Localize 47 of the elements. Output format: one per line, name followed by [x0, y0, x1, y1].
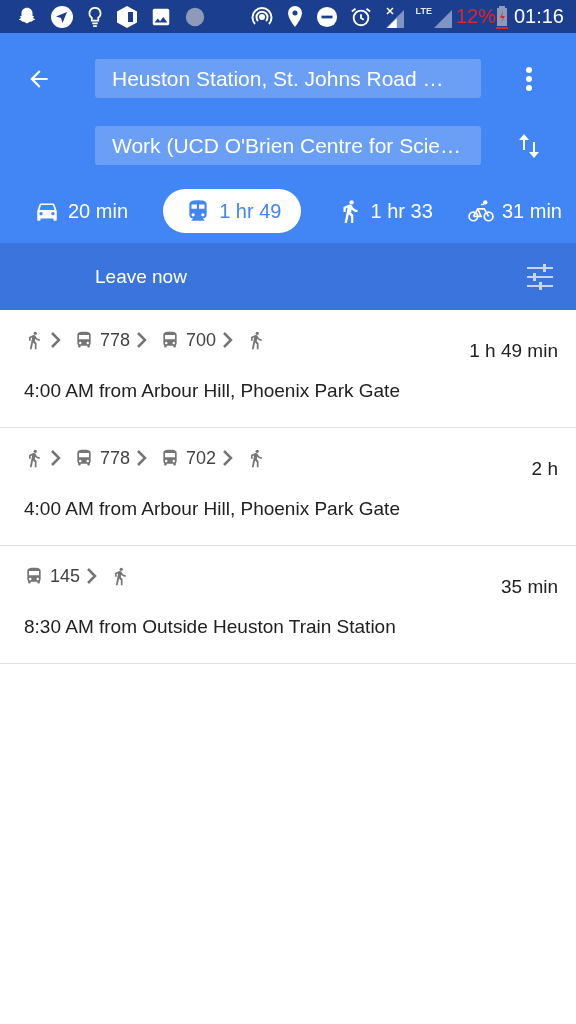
- clock: 01:16: [513, 5, 564, 28]
- chevron-icon: [86, 567, 99, 585]
- location-pin-icon: [285, 4, 304, 29]
- chevron-icon: [50, 331, 62, 349]
- departure-text: 4:00 AM from Arbour Hill, Phoenix Park Gate: [24, 498, 401, 521]
- lightbulb-icon: [86, 5, 104, 28]
- chevron-icon: [222, 331, 235, 349]
- departure-text: 4:00 AM from Arbour Hill, Phoenix Park Gate: [24, 380, 401, 403]
- do-not-disturb-icon: [315, 5, 338, 28]
- hexagon-icon: [116, 4, 138, 29]
- alarm-clock-icon: [349, 5, 372, 28]
- chevron-icon: [136, 331, 149, 349]
- network-label: LTE: [415, 5, 432, 16]
- chevron-icon: [136, 449, 149, 467]
- route-number: 145: [50, 565, 81, 587]
- route-duration: 35 min: [500, 576, 558, 599]
- filter-settings-icon[interactable]: [526, 263, 554, 290]
- battery-level: 12%: [455, 5, 496, 28]
- signal-icon: [383, 5, 404, 28]
- travel-mode-tab[interactable]: 1 hr 49: [163, 189, 302, 233]
- travel-mode-tab[interactable]: 20 min: [34, 189, 129, 233]
- battery-icon: [495, 4, 508, 29]
- navigation-icon: [50, 4, 74, 29]
- leave-now-button[interactable]: Leave now: [95, 265, 187, 288]
- swap-icon[interactable]: [517, 132, 540, 159]
- chevron-icon: [222, 449, 235, 467]
- bus-icon: [24, 565, 44, 587]
- more-options-icon[interactable]: [524, 65, 533, 92]
- route-duration: 2 h: [531, 458, 558, 481]
- route-duration: 1 h 49 min: [469, 340, 558, 363]
- origin-field[interactable]: Heuston Station, St. Johns Road …: [95, 59, 481, 98]
- chevron-icon: [50, 449, 62, 467]
- route-number: 700: [186, 329, 217, 351]
- route-number: 778: [100, 329, 131, 351]
- route-option[interactable]: 778 702 2 h 4:00 AM from Arbour Hill, Phoenix Park Gate: [0, 428, 576, 546]
- route-option[interactable]: 145 35 min 8:30 AM from Outside Heuston Train Station: [0, 546, 576, 664]
- travel-mode-tab[interactable]: 31 min: [467, 189, 562, 233]
- bus-icon: [74, 329, 94, 351]
- circle-icon: [184, 5, 206, 28]
- departure-text: 8:30 AM from Outside Heuston Train Station: [24, 616, 397, 639]
- route-option[interactable]: 778 700 1 h 49 min 4:00 AM from Arbour Hill, Phoenix Park Gate: [0, 310, 576, 428]
- route-number: 778: [100, 447, 131, 469]
- route-number: 702: [186, 447, 217, 469]
- bus-icon: [74, 447, 94, 469]
- travel-mode-tab[interactable]: 1 hr 33: [336, 189, 433, 233]
- cyclist-icon: [467, 198, 494, 224]
- destination-field[interactable]: Work (UCD O'Brien Centre for Scie…: [95, 126, 481, 165]
